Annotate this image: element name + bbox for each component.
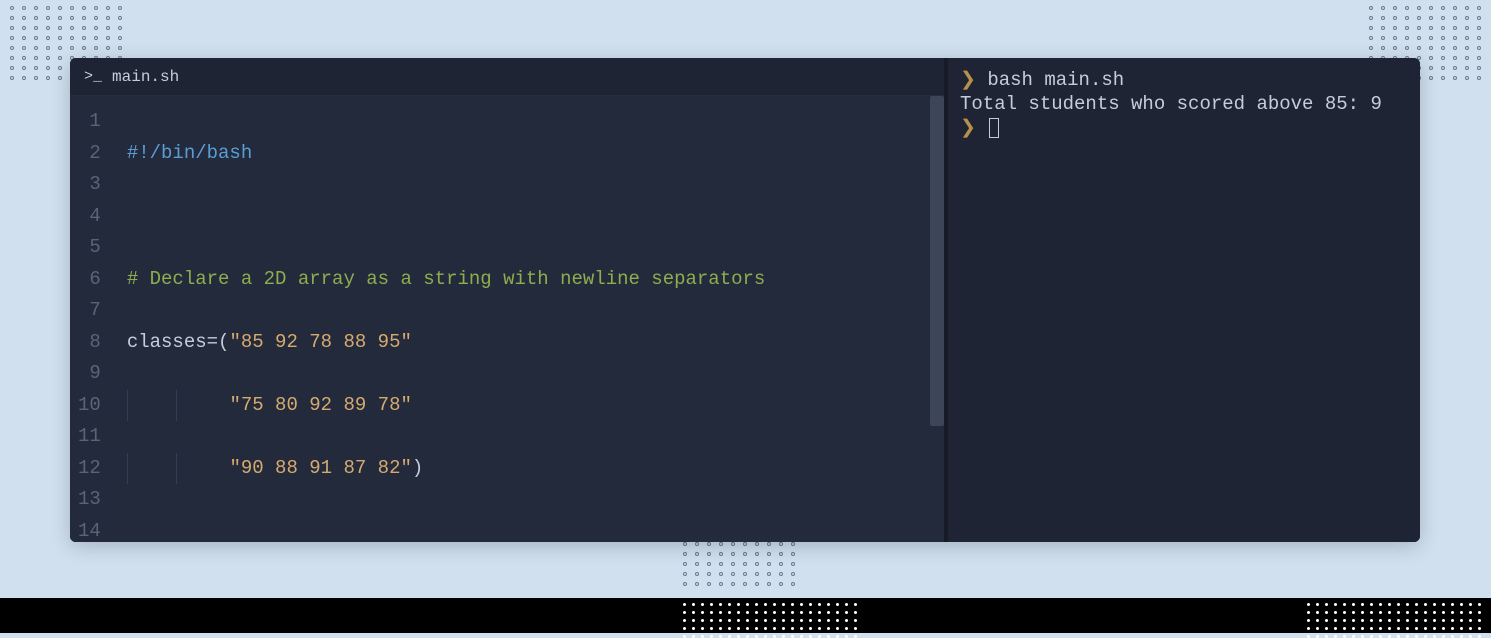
line-number: 5: [78, 232, 101, 264]
terminal-line: ❯: [960, 116, 1408, 140]
terminal-command: bash main.sh: [987, 69, 1124, 91]
line-number: 11: [78, 421, 101, 453]
terminal-line: ❯ bash main.sh: [960, 68, 1408, 92]
code-token: "85 92 78 88 95": [229, 331, 411, 353]
code-token: classes: [127, 331, 207, 353]
terminal-output: Total students who scored above 85: 9: [960, 92, 1408, 116]
code-token: "75 80 92 89 78": [229, 394, 411, 416]
terminal-prompt-icon: ❯: [960, 117, 976, 139]
line-gutter: 1 2 3 4 5 6 7 8 9 10 11 12 13 14: [70, 96, 113, 542]
shell-icon: >_: [84, 68, 102, 85]
code-token: # Declare a 2D array as a string with ne…: [127, 268, 766, 290]
line-number: 9: [78, 358, 101, 390]
code-content[interactable]: #!/bin/bash # Declare a 2D array as a st…: [113, 96, 944, 542]
line-number: 12: [78, 453, 101, 485]
line-number: 14: [78, 516, 101, 543]
terminal-prompt-icon: ❯: [960, 69, 976, 91]
line-number: 7: [78, 295, 101, 327]
tab-filename[interactable]: main.sh: [112, 68, 179, 86]
tab-bar: >_ main.sh: [70, 58, 944, 96]
line-number: 10: [78, 390, 101, 422]
editor-scrollbar[interactable]: [930, 96, 944, 426]
code-token: "90 88 91 87 82": [229, 457, 411, 479]
dots-bottom-mid: [683, 542, 795, 586]
terminal-cursor: [989, 118, 999, 138]
line-number: 1: [78, 106, 101, 138]
line-number: 2: [78, 138, 101, 170]
line-number: 8: [78, 327, 101, 359]
line-number: 4: [78, 201, 101, 233]
terminal-pane[interactable]: ❯ bash main.sh Total students who scored…: [944, 58, 1420, 542]
ide-window: >_ main.sh 1 2 3 4 5 6 7 8 9 10 11 12 13…: [70, 58, 1420, 542]
line-number: 13: [78, 484, 101, 516]
line-number: 3: [78, 169, 101, 201]
code-area[interactable]: 1 2 3 4 5 6 7 8 9 10 11 12 13 14 #!/bin/…: [70, 96, 944, 542]
code-token: #!/bin/bash: [127, 142, 252, 164]
editor-pane: >_ main.sh 1 2 3 4 5 6 7 8 9 10 11 12 13…: [70, 58, 944, 542]
line-number: 6: [78, 264, 101, 296]
